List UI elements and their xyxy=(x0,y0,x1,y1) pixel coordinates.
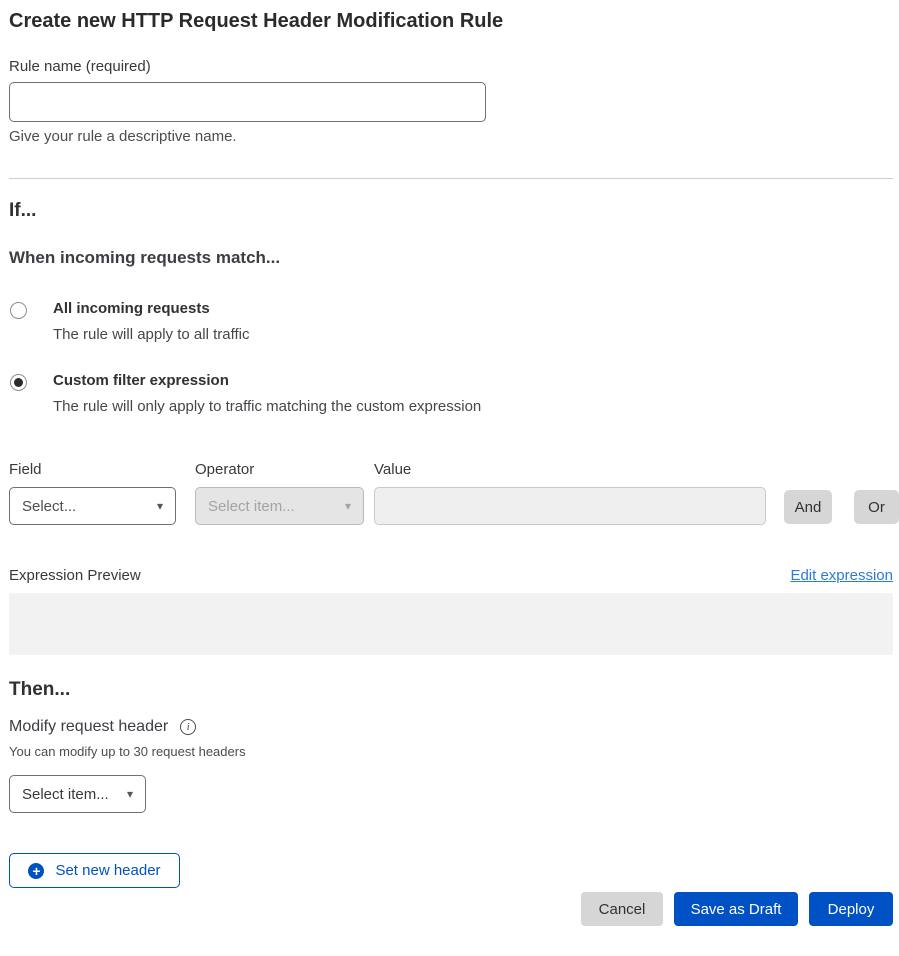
set-new-header-label: Set new header xyxy=(55,862,160,879)
radio-label: Custom filter expression xyxy=(53,371,481,391)
if-heading: If... xyxy=(9,200,893,222)
expression-builder-row: Field Select... ▾ Operator Select item..… xyxy=(9,461,893,525)
modify-header-helper: You can modify up to 30 request headers xyxy=(9,744,893,759)
or-button[interactable]: Or xyxy=(854,490,899,524)
page-title: Create new HTTP Request Header Modificat… xyxy=(9,8,893,34)
radio-description: The rule will apply to all traffic xyxy=(53,326,249,343)
set-new-header-button[interactable]: + Set new header xyxy=(9,853,180,888)
expression-preview-row: Expression Preview Edit expression xyxy=(9,567,893,584)
header-action-select[interactable]: Select item... ▾ xyxy=(9,775,146,813)
chevron-down-icon: ▾ xyxy=(157,499,163,513)
match-radio-group: All incoming requests The rule will appl… xyxy=(9,299,893,415)
operator-select[interactable]: Select item... ▾ xyxy=(195,487,364,525)
footer-actions: Cancel Save as Draft Deploy xyxy=(9,892,893,926)
modify-header-row: Modify request header i xyxy=(9,718,893,736)
chevron-down-icon: ▾ xyxy=(127,787,133,801)
operator-column: Operator Select item... ▾ xyxy=(195,461,364,525)
radio-option-custom-filter[interactable]: Custom filter expression The rule will o… xyxy=(9,371,893,415)
header-action-select-value: Select item... xyxy=(22,786,109,803)
then-heading: Then... xyxy=(9,679,893,701)
modify-header-label: Modify request header xyxy=(9,718,168,736)
field-select-value: Select... xyxy=(22,498,76,515)
operator-select-value: Select item... xyxy=(208,498,295,515)
radio-description: The rule will only apply to traffic matc… xyxy=(53,398,481,415)
value-column: Value xyxy=(374,461,766,525)
deploy-button[interactable]: Deploy xyxy=(809,892,893,926)
value-input[interactable] xyxy=(374,487,766,525)
match-subheading: When incoming requests match... xyxy=(9,248,893,268)
cancel-button[interactable]: Cancel xyxy=(581,892,663,926)
rule-name-input[interactable] xyxy=(9,82,486,122)
radio-selected-icon[interactable] xyxy=(10,374,27,391)
section-divider xyxy=(9,178,893,179)
rule-name-label: Rule name (required) xyxy=(9,58,893,75)
rule-name-helper: Give your rule a descriptive name. xyxy=(9,128,893,145)
expression-preview-label: Expression Preview xyxy=(9,567,141,584)
radio-unselected-icon[interactable] xyxy=(10,302,27,319)
radio-option-all-incoming[interactable]: All incoming requests The rule will appl… xyxy=(9,299,893,343)
value-label: Value xyxy=(374,461,766,478)
field-column: Field Select... ▾ xyxy=(9,461,195,525)
field-label: Field xyxy=(9,461,195,478)
connector-buttons: And Or xyxy=(784,490,899,524)
save-as-draft-button[interactable]: Save as Draft xyxy=(674,892,798,926)
edit-expression-link[interactable]: Edit expression xyxy=(790,567,893,584)
and-button[interactable]: And xyxy=(784,490,832,524)
operator-label: Operator xyxy=(195,461,364,478)
field-select[interactable]: Select... ▾ xyxy=(9,487,176,525)
plus-icon: + xyxy=(28,863,44,879)
info-icon[interactable]: i xyxy=(180,719,196,735)
chevron-down-icon: ▾ xyxy=(345,499,351,513)
radio-label: All incoming requests xyxy=(53,299,249,319)
expression-preview-box xyxy=(9,593,893,655)
